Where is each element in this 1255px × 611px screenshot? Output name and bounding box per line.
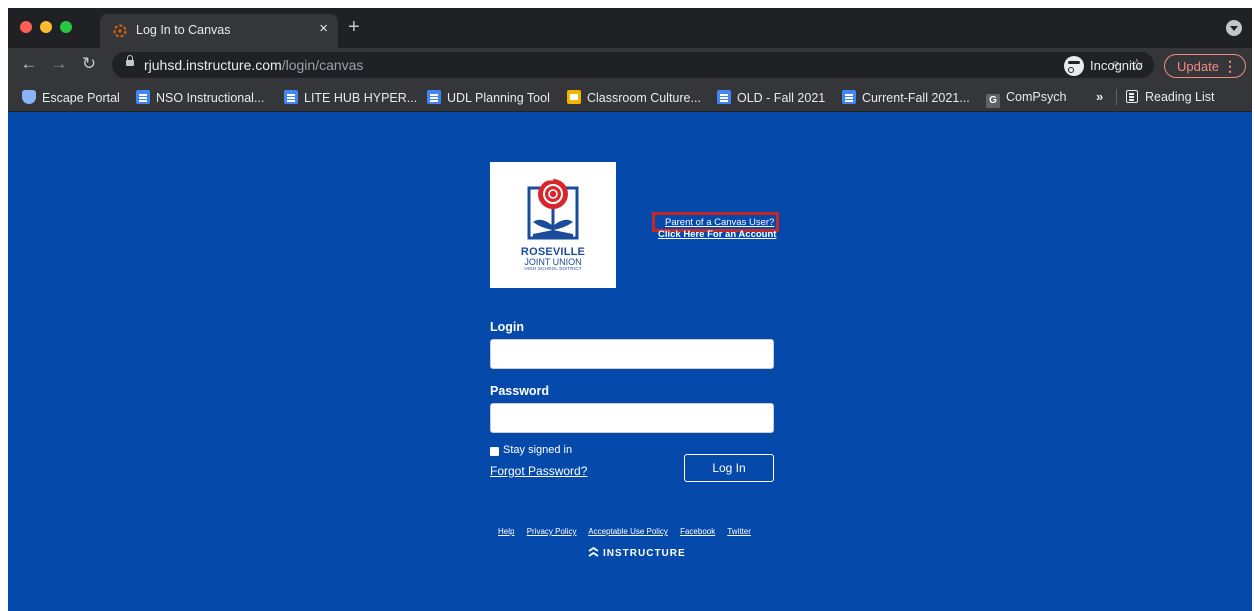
bookmarks-bar: Escape Portal NSO Instructional... LITE …	[8, 82, 1252, 112]
tab-canvas-login[interactable]: Log In to Canvas ×	[100, 14, 338, 48]
bookmarks-overflow-icon[interactable]: »	[1096, 89, 1103, 104]
doc-icon	[284, 90, 298, 104]
instructure-wordmark: INSTRUCTURE	[603, 548, 686, 559]
password-label: Password	[490, 384, 550, 398]
minimize-window-button[interactable]	[40, 21, 52, 33]
tab-close-icon[interactable]: ×	[319, 20, 328, 37]
reading-list-icon	[1126, 90, 1138, 103]
bookmark-old-fall-2021[interactable]: OLD - Fall 2021	[717, 90, 825, 105]
rose-logo-icon	[527, 178, 579, 240]
tab-strip: Log In to Canvas × +	[8, 8, 1252, 48]
doc-icon	[842, 90, 856, 104]
instructure-logo-icon	[588, 547, 599, 557]
incognito-icon[interactable]	[1064, 56, 1084, 76]
new-tab-button[interactable]: +	[348, 16, 360, 39]
login-page: ROSEVILLE JOINT UNION HIGH SCHOOL DISTRI…	[8, 113, 1252, 611]
password-input[interactable]	[490, 403, 774, 433]
reload-icon[interactable]: ↻	[78, 54, 100, 74]
reading-list-button[interactable]: Reading List	[1126, 90, 1215, 104]
tab-search-icon[interactable]	[1226, 20, 1242, 36]
footer-facebook-link[interactable]: Facebook	[680, 527, 715, 536]
footer-acceptable-use-link[interactable]: Acceptable Use Policy	[588, 527, 668, 536]
more-menu-icon[interactable]: ⋮	[1223, 58, 1237, 75]
instructure-brand[interactable]: INSTRUCTURE	[588, 547, 686, 559]
browser-toolbar: ← → ↻ rjuhsd.instructure.com/login/canva…	[8, 48, 1252, 82]
close-window-button[interactable]	[20, 21, 32, 33]
footer-twitter-link[interactable]: Twitter	[727, 527, 751, 536]
footer-privacy-link[interactable]: Privacy Policy	[527, 527, 577, 536]
bookmark-compsych[interactable]: G ComPsych	[986, 90, 1066, 108]
slides-icon	[567, 90, 581, 104]
update-label: Update	[1177, 59, 1219, 74]
url-text[interactable]: rjuhsd.instructure.com/login/canvas	[144, 57, 363, 73]
footer-help-link[interactable]: Help	[498, 527, 514, 536]
stay-signed-in-label[interactable]: Stay signed in	[503, 444, 572, 456]
login-input[interactable]	[490, 339, 774, 369]
incognito-label: Incognito	[1090, 58, 1143, 73]
doc-icon	[427, 90, 441, 104]
address-bar[interactable]: rjuhsd.instructure.com/login/canvas ⌕ ☆	[112, 52, 1154, 78]
doc-icon	[136, 90, 150, 104]
login-label: Login	[490, 320, 525, 334]
tab-title: Log In to Canvas	[136, 23, 231, 37]
bookmarks-divider	[1116, 89, 1117, 105]
back-arrow-icon[interactable]: ←	[18, 54, 40, 74]
shield-icon	[22, 90, 36, 104]
logo-subtitle-small: HIGH SCHOOL DISTRICT	[524, 266, 582, 271]
lock-icon[interactable]	[126, 55, 134, 66]
forward-arrow-icon[interactable]: →	[48, 54, 70, 74]
stay-signed-in-checkbox[interactable]	[490, 447, 499, 456]
doc-icon	[717, 90, 731, 104]
update-button[interactable]: Update ⋮	[1164, 54, 1246, 78]
bookmark-udl-planning[interactable]: UDL Planning Tool	[427, 90, 550, 105]
bookmark-nso-instructional[interactable]: NSO Instructional...	[136, 90, 264, 105]
forgot-password-link[interactable]: Forgot Password?	[490, 464, 587, 478]
browser-window: Log In to Canvas × + ← → ↻ rjuhsd.instru…	[8, 8, 1252, 611]
bookmark-escape-portal[interactable]: Escape Portal	[22, 90, 120, 105]
maximize-window-button[interactable]	[60, 21, 72, 33]
footer-links: Help Privacy Policy Acceptable Use Polic…	[498, 527, 761, 536]
bookmark-lite-hub[interactable]: LITE HUB HYPER...	[284, 90, 417, 105]
bookmark-current-fall-2021[interactable]: Current-Fall 2021...	[842, 90, 970, 105]
district-logo: ROSEVILLE JOINT UNION HIGH SCHOOL DISTRI…	[490, 162, 616, 288]
g-icon: G	[986, 94, 1000, 108]
bookmark-classroom-culture[interactable]: Classroom Culture...	[567, 90, 701, 105]
create-account-link[interactable]: Click Here For an Account	[658, 229, 776, 240]
canvas-logo-icon	[113, 24, 127, 38]
log-in-button[interactable]: Log In	[684, 454, 774, 482]
